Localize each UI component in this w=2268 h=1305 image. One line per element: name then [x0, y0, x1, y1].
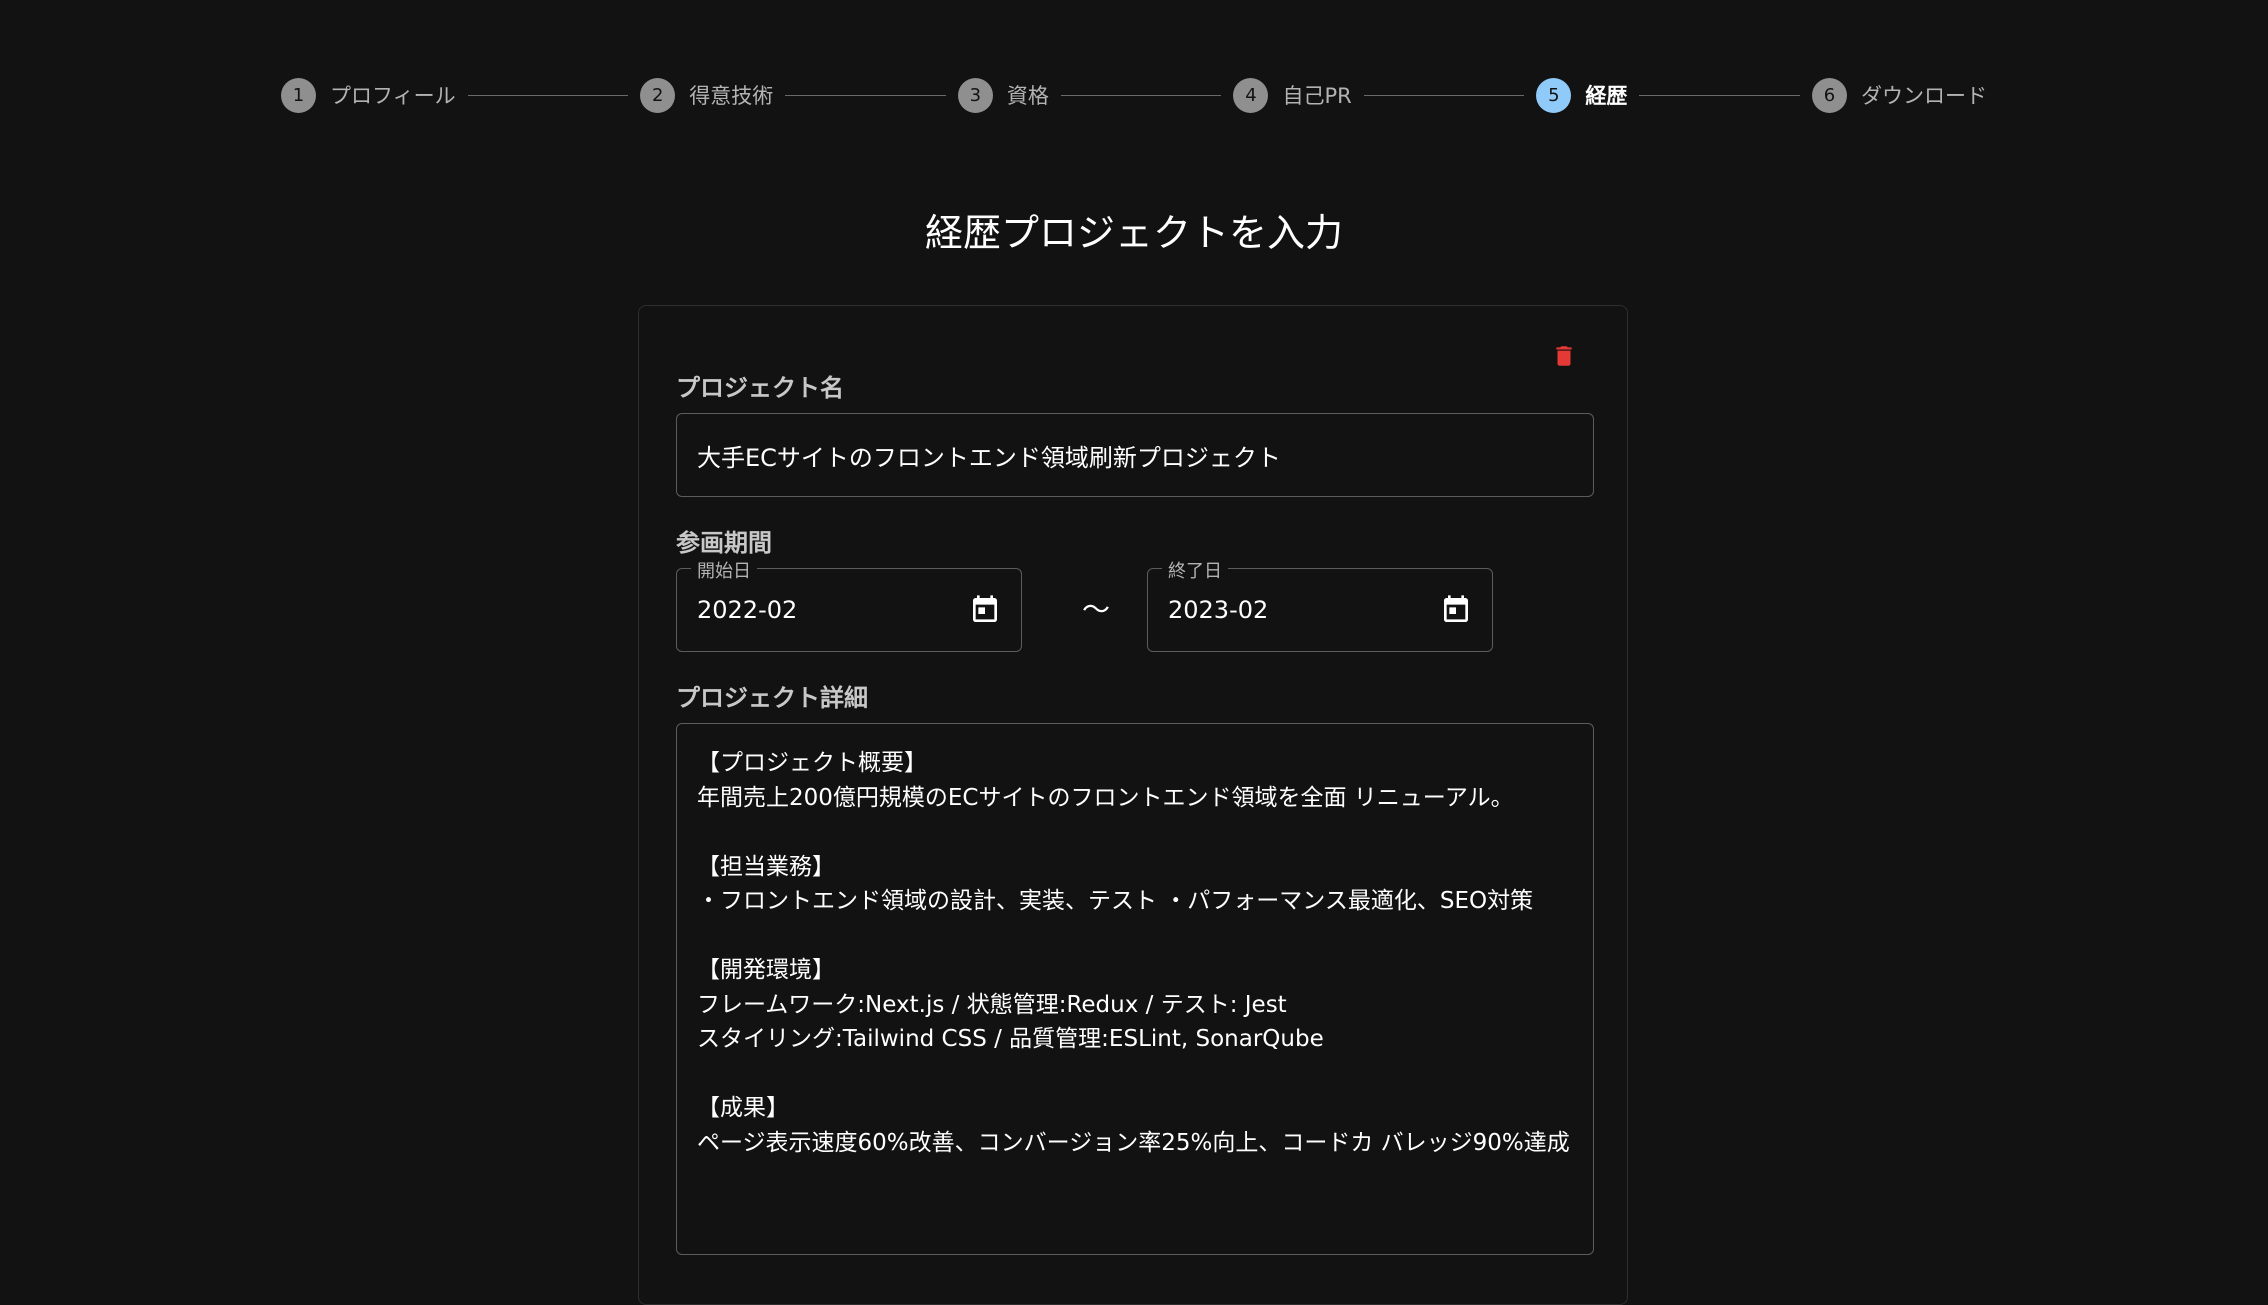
step-connector	[1639, 94, 1800, 96]
step-label: 資格	[1006, 84, 1049, 108]
step-number: 6	[1811, 77, 1847, 113]
start-date-field[interactable]: 開始日 2022-02	[676, 557, 1022, 652]
start-date-label: 開始日	[691, 557, 757, 583]
step-number: 2	[640, 77, 676, 113]
project-name-label: プロジェクト名	[676, 374, 844, 402]
step-profile[interactable]: 1 プロフィール	[281, 77, 456, 113]
step-number: 3	[957, 77, 993, 113]
step-number: 4	[1233, 77, 1269, 113]
calendar-icon[interactable]	[969, 594, 1001, 626]
page-title: 経歴プロジェクトを入力	[924, 211, 1343, 255]
step-certifications[interactable]: 3 資格	[957, 77, 1049, 113]
step-label: ダウンロード	[1860, 84, 1987, 108]
delete-project-button[interactable]	[1544, 336, 1584, 376]
step-connector	[1060, 94, 1222, 96]
step-connector	[467, 94, 629, 96]
step-download[interactable]: 6 ダウンロード	[1811, 77, 1987, 113]
step-skills[interactable]: 2 得意技術	[640, 77, 774, 113]
stepper: 1 プロフィール 2 得意技術 3 資格 4 自己PR 5 経歴 6 ダウンロー…	[281, 76, 1987, 114]
step-number: 1	[281, 77, 316, 113]
calendar-icon[interactable]	[1440, 594, 1472, 626]
trash-icon	[1556, 346, 1572, 366]
start-date-value: 2022-02	[697, 596, 798, 624]
step-career[interactable]: 5 経歴	[1536, 77, 1628, 113]
end-date-label: 終了日	[1162, 557, 1228, 583]
end-date-value: 2023-02	[1168, 596, 1269, 624]
project-name-input[interactable]: 大手ECサイトのフロントエンド領域刷新プロジェクト	[676, 413, 1594, 497]
period-label: 参画期間	[676, 529, 772, 557]
step-label: 経歴	[1585, 84, 1628, 108]
step-connector	[1363, 94, 1525, 96]
step-label: 自己PR	[1282, 84, 1352, 108]
step-number: 5	[1536, 77, 1572, 113]
end-date-field[interactable]: 終了日 2023-02	[1147, 557, 1493, 652]
step-label: 得意技術	[689, 84, 774, 108]
step-label: プロフィール	[330, 84, 456, 108]
period-separator: 〜	[1082, 593, 1111, 626]
project-detail-label: プロジェクト詳細	[676, 684, 868, 712]
step-self-pr[interactable]: 4 自己PR	[1233, 77, 1352, 113]
project-card: プロジェクト名 大手ECサイトのフロントエンド領域刷新プロジェクト 参画期間 開…	[638, 305, 1628, 1305]
project-detail-textarea[interactable]: 【プロジェクト概要】 年間売上200億円規模のECサイトのフロントエンド領域を全…	[676, 723, 1594, 1255]
step-connector	[785, 94, 946, 96]
